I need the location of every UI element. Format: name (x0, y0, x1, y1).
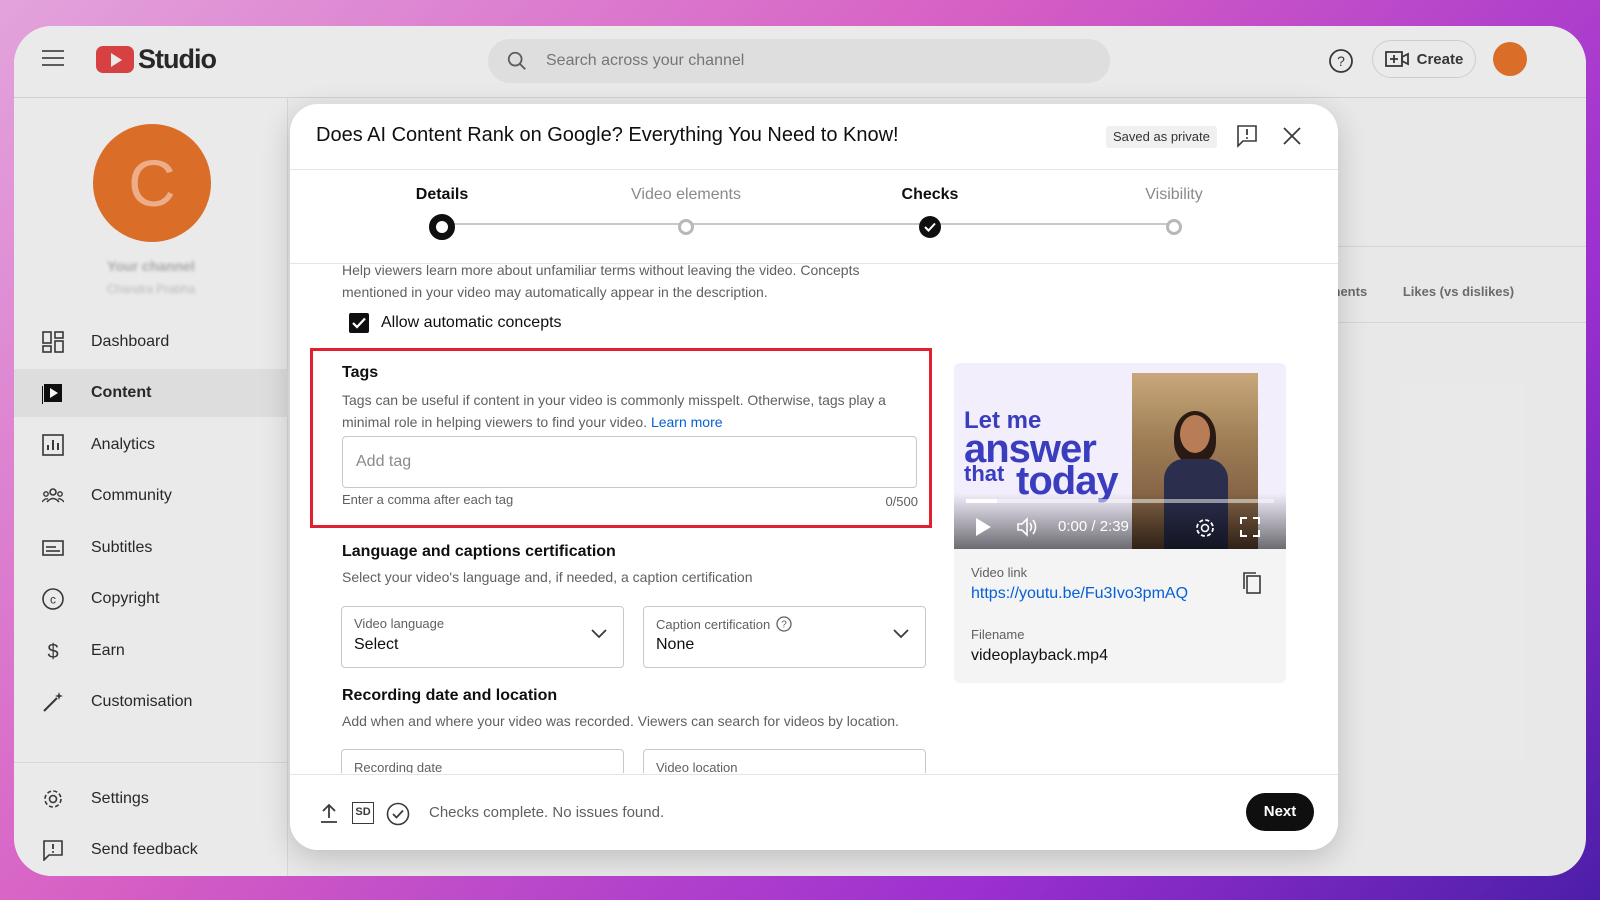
upload-stepper: Details Video elements Checks Visibility (290, 170, 1338, 264)
thumbnail-text: that (964, 461, 1005, 486)
concepts-description: Help viewers learn more about unfamiliar… (342, 265, 860, 300)
select-label: Video language (354, 616, 445, 631)
sd-quality-icon[interactable]: SD (352, 802, 374, 824)
step-visibility[interactable]: Visibility (1094, 186, 1254, 235)
video-location-field[interactable]: Video location (643, 749, 926, 773)
checkbox-label: Allow automatic concepts (381, 314, 562, 331)
presenter-head (1180, 415, 1210, 453)
checks-status-text: Checks complete. No issues found. (429, 804, 665, 821)
tags-description-text: Tags can be useful if content in your vi… (342, 392, 886, 430)
tag-character-count: 0/500 (885, 494, 918, 509)
field-label: Video location (656, 760, 738, 773)
step-checks[interactable]: Checks (850, 186, 1010, 238)
select-label: Caption certification ? (656, 616, 792, 632)
dialog-title: Does AI Content Rank on Google? Everythi… (316, 124, 899, 146)
filename-label: Filename (971, 627, 1025, 642)
tags-title: Tags (342, 364, 379, 381)
tags-section-highlight: Tags Tags can be useful if content in yo… (310, 348, 932, 528)
report-feedback-icon[interactable] (1236, 124, 1258, 148)
copy-icon[interactable] (1242, 571, 1262, 595)
recording-section-title: Recording date and location (342, 687, 558, 704)
caption-certification-select[interactable]: Caption certification ? None (643, 606, 926, 668)
select-value: Select (354, 636, 399, 653)
checkmark-icon (352, 317, 366, 329)
video-preview-card: Let me answer that today 0:00 / 2:39 Vid… (954, 363, 1286, 683)
play-icon[interactable] (974, 517, 992, 537)
help-icon[interactable]: ? (776, 616, 792, 632)
step-pending-indicator (678, 219, 694, 235)
tag-input[interactable]: Add tag (342, 436, 917, 488)
filename-value: videoplayback.mp4 (971, 647, 1108, 664)
step-done-indicator (919, 216, 941, 238)
svg-text:?: ? (781, 620, 787, 631)
close-icon[interactable] (1282, 126, 1302, 146)
studio-app: Studio Search across your channel ? Crea… (14, 26, 1586, 876)
recording-date-field[interactable]: Recording date (341, 749, 624, 773)
dialog-footer: SD Checks complete. No issues found. Nex… (290, 774, 1338, 850)
volume-icon[interactable] (1016, 517, 1040, 537)
field-label: Recording date (354, 760, 443, 773)
video-link-label: Video link (971, 565, 1028, 580)
tags-description: Tags can be useful if content in your vi… (342, 389, 902, 433)
step-label: Checks (901, 186, 959, 203)
step-details[interactable]: Details (362, 186, 522, 240)
checks-complete-icon[interactable] (386, 802, 410, 826)
recording-section-description: Add when and where your video was record… (342, 713, 899, 729)
progress-fill (966, 499, 997, 503)
learn-more-link[interactable]: Learn more (651, 414, 723, 430)
dialog-scroll-content[interactable]: Help viewers learn more about unfamiliar… (290, 265, 1338, 773)
step-video-elements[interactable]: Video elements (606, 186, 766, 235)
upload-icon[interactable] (320, 802, 338, 824)
chevron-down-icon (893, 629, 909, 639)
language-section-title: Language and captions certification (342, 543, 616, 560)
caption-label-text: Caption certification (656, 616, 771, 632)
video-language-select[interactable]: Video language Select (341, 606, 624, 668)
saved-status-badge: Saved as private (1106, 126, 1217, 148)
step-label: Video elements (631, 186, 741, 203)
video-player[interactable]: Let me answer that today 0:00 / 2:39 (954, 363, 1286, 549)
chevron-down-icon (591, 629, 607, 639)
automatic-concepts-checkbox[interactable]: Allow automatic concepts (349, 313, 562, 333)
video-details-dialog: Does AI Content Rank on Google? Everythi… (290, 104, 1338, 850)
checkbox-checked-icon[interactable] (349, 313, 369, 333)
video-progress-bar[interactable] (966, 499, 1274, 503)
playback-time: 0:00 / 2:39 (1058, 518, 1129, 535)
stepper-track (442, 223, 1176, 225)
step-label: Details (415, 186, 469, 203)
step-label: Visibility (1145, 186, 1203, 203)
player-settings-icon[interactable] (1194, 517, 1216, 539)
tag-hint: Enter a comma after each tag (342, 492, 514, 507)
language-section-description: Select your video's language and, if nee… (342, 569, 753, 585)
video-link[interactable]: https://youtu.be/Fu3Ivo3pmAQ (971, 585, 1188, 603)
step-pending-indicator (1166, 219, 1182, 235)
next-button[interactable]: Next (1246, 793, 1314, 831)
checkmark-icon (924, 222, 936, 232)
select-value: None (656, 636, 695, 653)
step-current-indicator (429, 214, 455, 240)
fullscreen-icon[interactable] (1240, 517, 1260, 537)
